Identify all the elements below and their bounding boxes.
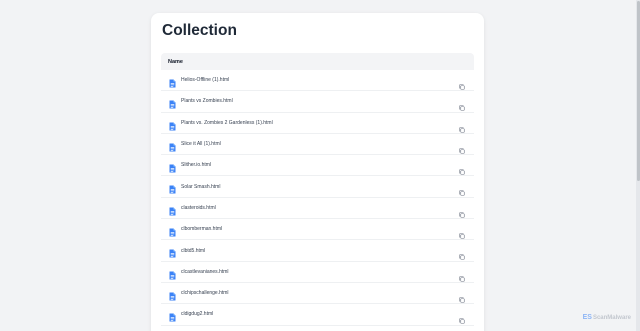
table-row[interactable]: Slither.io.html bbox=[161, 155, 474, 177]
copy-icon[interactable] bbox=[459, 269, 465, 282]
copy-icon[interactable] bbox=[459, 98, 465, 111]
copy-icon[interactable] bbox=[459, 205, 465, 218]
file-icon bbox=[169, 181, 176, 194]
scrollbar-thumb[interactable] bbox=[636, 1, 640, 181]
table-row[interactable]: clcastlevanianes.html bbox=[161, 262, 474, 283]
file-icon bbox=[169, 118, 176, 131]
file-name-link[interactable]: Slice it All (1).html bbox=[181, 141, 221, 147]
table-row[interactable]: Plants vs. Zombies 2 Gardenless (1).html bbox=[161, 113, 474, 134]
file-name-link[interactable]: cldigdug2.html bbox=[181, 311, 213, 317]
page-title: Collection bbox=[162, 22, 237, 39]
table-row[interactable]: cldigdug2.html bbox=[161, 304, 474, 326]
table-header: Name bbox=[161, 53, 474, 70]
collection-card: Collection Name Helios-Offline (1).html P… bbox=[151, 13, 484, 331]
file-name-link[interactable]: clchipschallenge.html bbox=[181, 290, 229, 296]
copy-icon[interactable] bbox=[459, 77, 465, 90]
table-row[interactable]: Slice it All (1).html bbox=[161, 134, 474, 156]
file-icon bbox=[169, 96, 176, 109]
file-name-link[interactable]: Plants vs Zombies.html bbox=[181, 98, 233, 104]
file-name-link[interactable]: clbomberman.html bbox=[181, 226, 222, 232]
file-icon bbox=[169, 139, 176, 152]
file-icon bbox=[169, 267, 176, 280]
table-row[interactable]: Solar Smash.html bbox=[161, 176, 474, 198]
copy-icon[interactable] bbox=[459, 247, 465, 260]
copy-icon[interactable] bbox=[459, 120, 465, 133]
copy-icon[interactable] bbox=[459, 226, 465, 239]
file-icon bbox=[169, 309, 176, 322]
file-icon bbox=[169, 75, 176, 88]
scrollbar[interactable] bbox=[636, 0, 640, 331]
table-row[interactable]: clchipschallenge.html bbox=[161, 283, 474, 305]
file-name-link[interactable]: Solar Smash.html bbox=[181, 184, 220, 190]
watermark: ES ScanMalware bbox=[583, 314, 631, 321]
file-icon bbox=[169, 245, 176, 258]
copy-icon[interactable] bbox=[459, 162, 465, 175]
file-icon bbox=[169, 288, 176, 301]
table-row[interactable]: clbomberman.html bbox=[161, 219, 474, 241]
table-row[interactable]: Plants vs Zombies.html bbox=[161, 91, 474, 113]
column-header-name: Name bbox=[168, 58, 183, 65]
copy-icon[interactable] bbox=[459, 141, 465, 154]
file-icon bbox=[169, 203, 176, 216]
file-name-link[interactable]: Helios-Offline (1).html bbox=[181, 77, 229, 83]
table-body: Helios-Offline (1).html Plants vs Zombies… bbox=[161, 70, 474, 326]
table-row[interactable]: clbtd5.html bbox=[161, 240, 474, 262]
copy-icon[interactable] bbox=[459, 183, 465, 197]
copy-icon[interactable] bbox=[459, 290, 465, 303]
file-name-link[interactable]: Plants vs. Zombies 2 Gardenless (1).html bbox=[181, 120, 273, 126]
file-name-link[interactable]: clcastlevanianes.html bbox=[181, 269, 229, 275]
file-name-link[interactable]: clbtd5.html bbox=[181, 248, 205, 254]
file-name-link[interactable]: clasteroids.html bbox=[181, 205, 216, 211]
file-name-link[interactable]: Slither.io.html bbox=[181, 162, 211, 168]
watermark-logo: ES bbox=[582, 314, 592, 321]
table-row[interactable]: Helios-Offline (1).html bbox=[161, 70, 474, 92]
watermark-text: ScanMalware bbox=[592, 314, 631, 321]
file-icon bbox=[169, 224, 176, 237]
table-row[interactable]: clasteroids.html bbox=[161, 198, 474, 220]
file-table: Name Helios-Offline (1).html Plants vs Zo… bbox=[161, 53, 474, 326]
copy-icon[interactable] bbox=[459, 311, 465, 324]
file-icon bbox=[169, 160, 176, 173]
